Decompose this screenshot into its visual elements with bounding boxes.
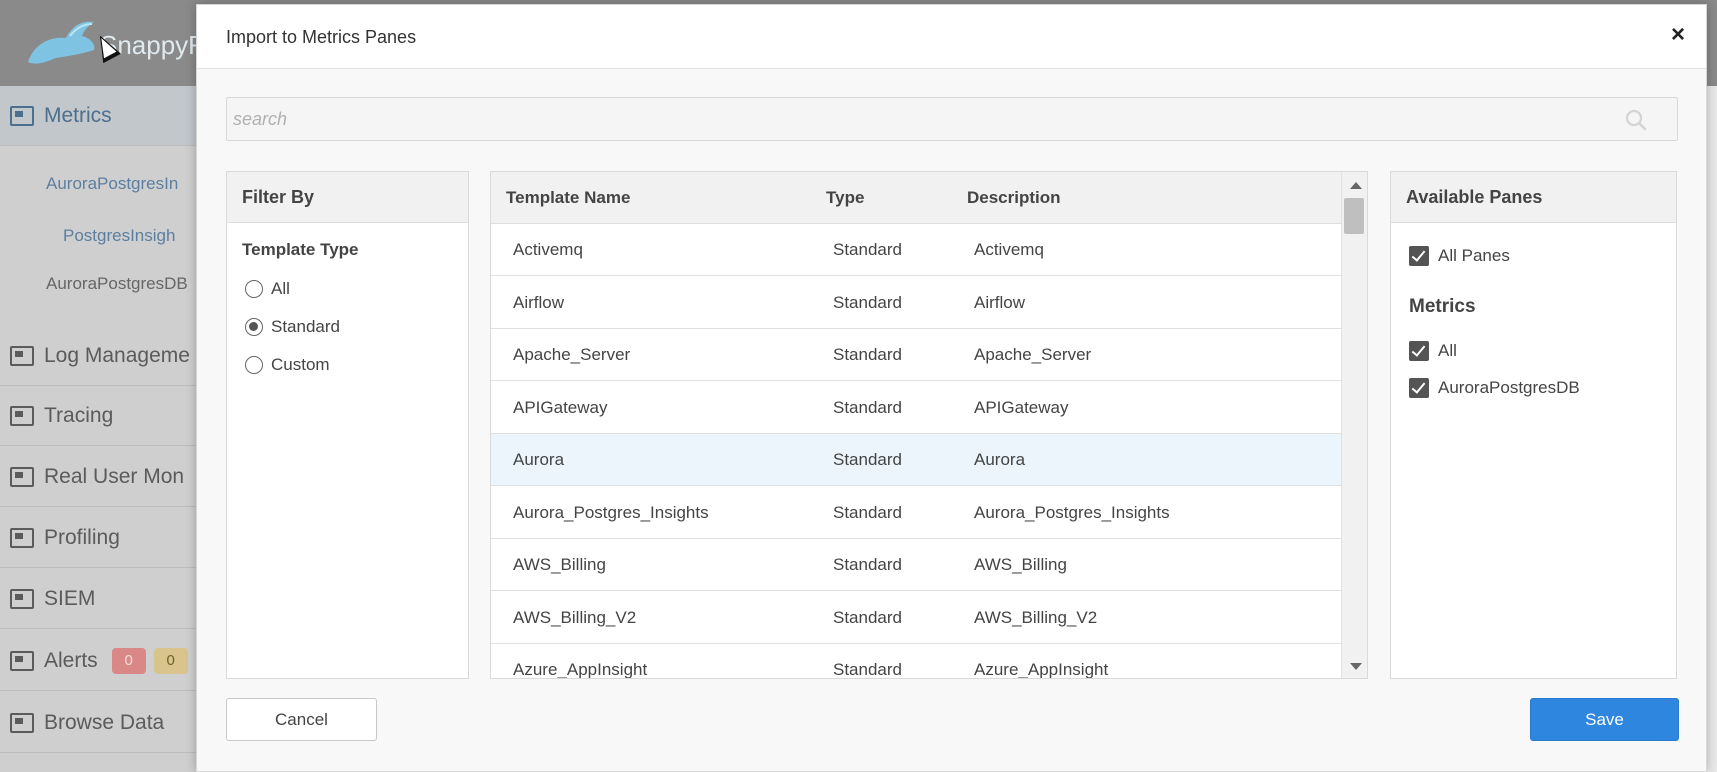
cell-template-name: Azure_AppInsight bbox=[513, 660, 648, 679]
cell-description: Aurora_Postgres_Insights bbox=[974, 502, 1170, 522]
table-header: Template Name Type Description bbox=[491, 172, 1343, 224]
table-row[interactable]: Azure_AppInsight Standard Azure_AppInsight bbox=[491, 644, 1343, 679]
checkbox-checked-icon[interactable] bbox=[1409, 378, 1429, 398]
cell-type: Standard bbox=[833, 345, 902, 364]
search-box bbox=[226, 97, 1678, 141]
sidebar-subitem[interactable]: AuroraPostgresIn bbox=[46, 174, 178, 194]
column-header-template-name[interactable]: Template Name bbox=[506, 188, 630, 208]
cell-type: Standard bbox=[833, 450, 902, 469]
browse-icon bbox=[10, 712, 34, 733]
cell-description: AWS_Billing_V2 bbox=[974, 607, 1098, 627]
tracing-icon bbox=[10, 405, 34, 426]
cell-description: Activemq bbox=[974, 240, 1044, 259]
save-button[interactable]: Save bbox=[1530, 698, 1679, 741]
template-type-label: Template Type bbox=[242, 240, 359, 259]
search-input[interactable] bbox=[227, 98, 1677, 140]
radio-custom[interactable]: Custom bbox=[245, 355, 330, 375]
table-row[interactable]: Activemq Standard Activemq bbox=[491, 224, 1343, 276]
cell-template-name: Apache_Server bbox=[513, 345, 631, 364]
cell-type: Standard bbox=[833, 502, 902, 522]
table-row[interactable]: AWS_Billing_V2 Standard AWS_Billing_V2 bbox=[491, 592, 1343, 644]
scroll-up-icon[interactable] bbox=[1350, 182, 1362, 189]
cell-type: Standard bbox=[833, 607, 902, 627]
dialog-title: Import to Metrics Panes bbox=[226, 27, 417, 47]
radio-all[interactable]: All bbox=[245, 279, 290, 299]
checkbox-metrics-all[interactable]: All bbox=[1409, 341, 1457, 361]
table-scrollbar[interactable] bbox=[1341, 172, 1367, 678]
table-row[interactable]: Aurora_Postgres_Insights Standard Aurora_P… bbox=[491, 487, 1343, 539]
cell-type: Standard bbox=[833, 292, 902, 312]
radio-standard[interactable]: Standard bbox=[245, 317, 340, 337]
cancel-button[interactable]: Cancel bbox=[226, 698, 377, 741]
sidebar-item-profiling[interactable]: Profiling bbox=[0, 508, 200, 568]
filter-panel: Filter By Template Type All Standard Cus… bbox=[226, 171, 469, 679]
table-row[interactable]: AWS_Billing Standard AWS_Billing bbox=[491, 539, 1343, 591]
cell-template-name: AWS_Billing bbox=[513, 555, 606, 574]
cell-template-name: Airflow bbox=[513, 292, 565, 312]
sidebar-item-metrics[interactable]: Metrics bbox=[0, 86, 200, 146]
import-dialog: Import to Metrics Panes × Filter By Temp… bbox=[196, 4, 1707, 772]
cell-template-name: Aurora bbox=[513, 450, 565, 469]
cell-template-name: APIGateway bbox=[513, 397, 608, 417]
table-row[interactable]: Airflow Standard Airflow bbox=[491, 277, 1343, 329]
table-row[interactable]: Aurora Standard Aurora bbox=[491, 434, 1343, 486]
table-body: Activemq Standard Activemq Airflow Standard A… bbox=[491, 224, 1343, 679]
sidebar-item-siem[interactable]: SIEM bbox=[0, 569, 200, 629]
checkbox-checked-icon[interactable] bbox=[1409, 341, 1429, 361]
metrics-icon bbox=[10, 105, 34, 126]
radio-button[interactable] bbox=[245, 280, 263, 298]
sidebar-item-alerts[interactable]: Alerts 0 0 bbox=[0, 631, 200, 691]
close-button[interactable]: × bbox=[1666, 23, 1690, 47]
radio-button[interactable] bbox=[245, 318, 263, 336]
cell-type: Standard bbox=[833, 240, 902, 259]
metrics-group-label: Metrics bbox=[1409, 296, 1476, 317]
rabbit-logo-icon bbox=[28, 21, 95, 64]
radio-button[interactable] bbox=[245, 356, 263, 374]
checkbox-checked-icon[interactable] bbox=[1409, 246, 1429, 266]
cell-description: Apache_Server bbox=[974, 345, 1092, 364]
cell-template-name: AWS_Billing_V2 bbox=[513, 607, 637, 627]
cell-template-name: Aurora_Postgres_Insights bbox=[513, 502, 709, 522]
dialog-header: Import to Metrics Panes × bbox=[197, 5, 1706, 69]
available-panes-title: Available Panes bbox=[1391, 172, 1676, 223]
warning-count-badge: 0 bbox=[153, 647, 188, 674]
cell-template-name: Activemq bbox=[513, 240, 583, 259]
cell-description: Azure_AppInsight bbox=[974, 660, 1109, 679]
alert-count-badge: 0 bbox=[111, 647, 146, 674]
cell-description: AWS_Billing bbox=[974, 555, 1067, 574]
sidebar-item-tracing[interactable]: Tracing bbox=[0, 386, 200, 446]
sidebar-subitem[interactable]: AuroraPostgresDB bbox=[46, 274, 188, 294]
table-row[interactable]: APIGateway Standard APIGateway bbox=[491, 382, 1343, 434]
cell-description: Airflow bbox=[974, 292, 1026, 312]
scroll-down-icon[interactable] bbox=[1350, 663, 1362, 670]
search-icon bbox=[1625, 109, 1647, 131]
cell-description: Aurora bbox=[974, 450, 1026, 469]
log-icon bbox=[10, 345, 34, 366]
available-panes-panel: Available Panes All Panes Metrics All Au… bbox=[1390, 171, 1677, 679]
sidebar-item-real-user-monitoring[interactable]: Real User Mon bbox=[0, 447, 200, 507]
scrollbar-thumb[interactable] bbox=[1344, 198, 1364, 234]
app-sidebar: Metrics AuroraPostgresIn PostgresInsigh … bbox=[0, 86, 200, 772]
cell-type: Standard bbox=[833, 397, 902, 417]
sidebar-item-log-management[interactable]: Log Manageme bbox=[0, 326, 200, 386]
checkbox-aurora-postgres-db[interactable]: AuroraPostgresDB bbox=[1409, 378, 1580, 398]
alerts-icon bbox=[10, 650, 34, 671]
filter-panel-title: Filter By bbox=[227, 172, 468, 223]
template-table: Template Name Type Description Activemq S… bbox=[490, 171, 1368, 679]
column-header-type[interactable]: Type bbox=[826, 188, 864, 208]
sidebar-item-browse-data[interactable]: Browse Data bbox=[0, 693, 200, 753]
cell-type: Standard bbox=[833, 555, 902, 574]
table-row[interactable]: Apache_Server Standard Apache_Server bbox=[491, 329, 1343, 381]
cell-description: APIGateway bbox=[974, 397, 1069, 417]
siem-icon bbox=[10, 588, 34, 609]
cell-type: Standard bbox=[833, 660, 902, 679]
checkbox-all-panes[interactable]: All Panes bbox=[1409, 246, 1510, 266]
profiling-icon bbox=[10, 527, 34, 548]
column-header-description[interactable]: Description bbox=[967, 188, 1061, 208]
rum-icon bbox=[10, 466, 34, 487]
sidebar-subitem[interactable]: PostgresInsigh bbox=[63, 226, 175, 246]
